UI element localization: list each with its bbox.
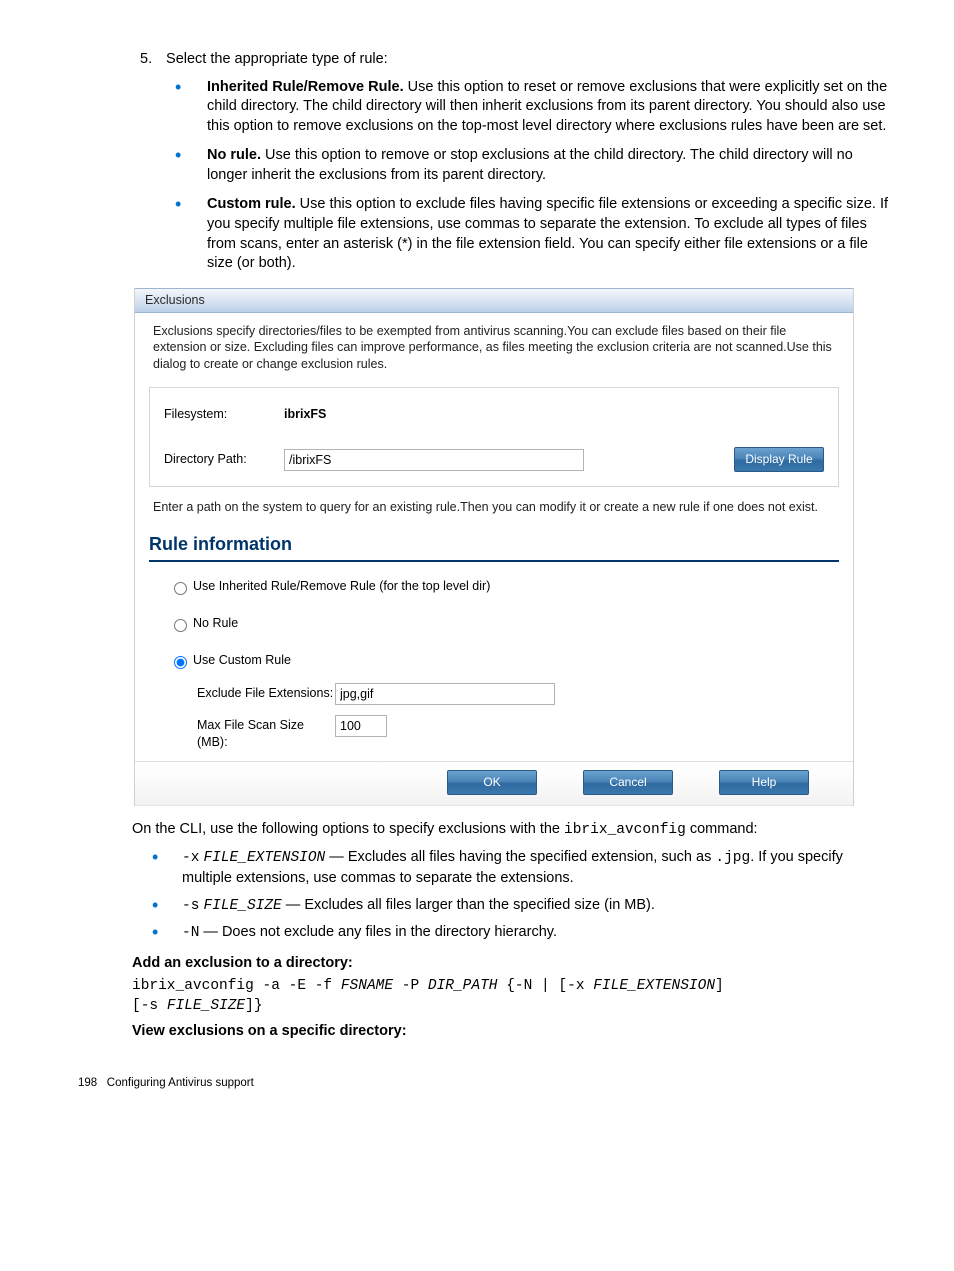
exclusions-dialog: Exclusions Exclusions specify directorie… xyxy=(134,288,854,806)
add-exclusion-command: ibrix_avconfig -a -E -f FSNAME -P DIR_PA… xyxy=(132,977,894,1016)
path-hint: Enter a path on the system to query for … xyxy=(135,497,853,520)
bullet-body: Use this option to remove or stop exclus… xyxy=(207,147,853,183)
filesystem-panel: Filesystem: ibrixFS Directory Path: Disp… xyxy=(149,387,839,487)
rule-radio-group: Use Inherited Rule/Remove Rule (for the … xyxy=(135,570,853,750)
cli-options-list: -x FILE_EXTENSION — Excludes all files h… xyxy=(60,848,894,943)
page-footer: 198 Configuring Antivirus support xyxy=(78,1076,894,1092)
directory-path-label: Directory Path: xyxy=(164,451,284,468)
rule-type-list: Inherited Rule/Remove Rule. Use this opt… xyxy=(60,78,894,274)
custom-rule-fields: Exclude File Extensions: Max File Scan S… xyxy=(169,683,839,751)
ok-button[interactable]: OK xyxy=(447,770,537,795)
bullet-title: Inherited Rule/Remove Rule. xyxy=(207,79,404,95)
cli-opt-n: -N — Does not exclude any files in the d… xyxy=(152,923,894,944)
bullet-no-rule: No rule. Use this option to remove or st… xyxy=(175,146,894,185)
bullet-body: Use this option to exclude files having … xyxy=(207,196,888,271)
radio-custom-rule-label: Use Custom Rule xyxy=(193,652,291,669)
help-button[interactable]: Help xyxy=(719,770,809,795)
rule-information-header: Rule information xyxy=(149,532,839,562)
exclude-extensions-input[interactable] xyxy=(335,683,555,705)
cli-opt-s: -s FILE_SIZE — Excludes all files larger… xyxy=(152,896,894,917)
step-5: 5. Select the appropriate type of rule: xyxy=(140,50,894,70)
step-text: Select the appropriate type of rule: xyxy=(166,51,388,67)
page-section-title: Configuring Antivirus support xyxy=(107,1077,254,1089)
radio-no-rule[interactable]: No Rule xyxy=(169,615,839,632)
cli-intro: On the CLI, use the following options to… xyxy=(132,820,894,841)
bullet-inherited: Inherited Rule/Remove Rule. Use this opt… xyxy=(175,78,894,137)
step-number: 5. xyxy=(140,50,162,70)
cli-command-name: ibrix_avconfig xyxy=(564,822,686,838)
max-file-size-label: Max File Scan Size (MB): xyxy=(197,715,335,751)
bullet-custom-rule: Custom rule. Use this option to exclude … xyxy=(175,195,894,273)
dialog-description: Exclusions specify directories/files to … xyxy=(135,313,853,378)
add-exclusion-heading: Add an exclusion to a directory: xyxy=(132,954,894,974)
directory-path-input[interactable] xyxy=(284,449,584,471)
radio-custom-rule[interactable]: Use Custom Rule xyxy=(169,652,839,669)
bullet-title: Custom rule. xyxy=(207,196,296,212)
radio-no-rule-label: No Rule xyxy=(193,615,238,632)
cli-opt-x: -x FILE_EXTENSION — Excludes all files h… xyxy=(152,848,894,888)
bullet-title: No rule. xyxy=(207,147,261,163)
exclude-extensions-label: Exclude File Extensions: xyxy=(197,683,335,702)
radio-custom-rule-input[interactable] xyxy=(174,656,187,669)
view-exclusions-heading: View exclusions on a specific directory: xyxy=(132,1022,894,1042)
radio-no-rule-input[interactable] xyxy=(174,619,187,632)
cancel-button[interactable]: Cancel xyxy=(583,770,673,795)
filesystem-label: Filesystem: xyxy=(164,406,284,423)
dialog-button-bar: OK Cancel Help xyxy=(135,761,853,806)
dialog-title-bar: Exclusions xyxy=(135,288,853,313)
max-file-size-input[interactable] xyxy=(335,715,387,737)
radio-inherited[interactable]: Use Inherited Rule/Remove Rule (for the … xyxy=(169,578,839,595)
radio-inherited-label: Use Inherited Rule/Remove Rule (for the … xyxy=(193,578,490,595)
filesystem-value: ibrixFS xyxy=(284,406,326,423)
radio-inherited-input[interactable] xyxy=(174,582,187,595)
page-number: 198 xyxy=(78,1077,97,1089)
display-rule-button[interactable]: Display Rule xyxy=(734,447,824,472)
